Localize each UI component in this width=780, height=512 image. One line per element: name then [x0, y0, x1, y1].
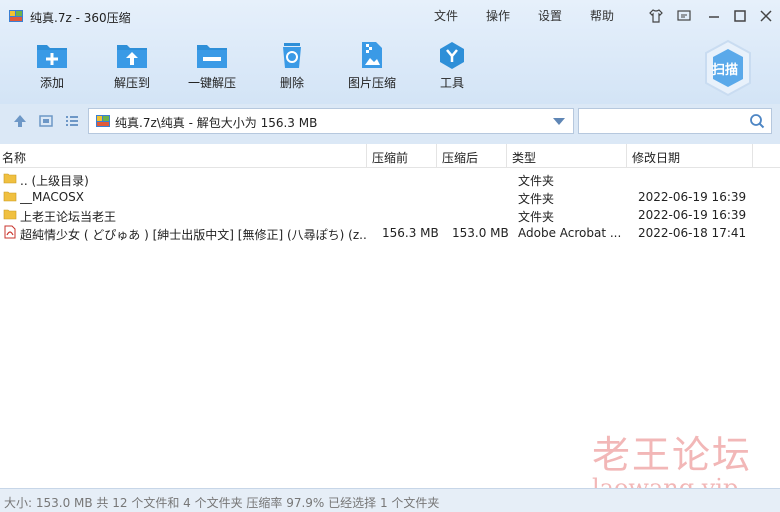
col-name[interactable]: 名称	[2, 149, 26, 166]
file-name: .. (上级目录)	[20, 174, 89, 188]
extract-to-button[interactable]: 解压到	[92, 40, 172, 96]
one-click-extract-button[interactable]: 一键解压	[172, 40, 252, 96]
file-date: 2022-06-18 17:41	[638, 226, 747, 240]
pdf-icon	[3, 225, 17, 239]
tools-label: 工具	[439, 76, 464, 90]
file-before: 156.3 MB	[382, 226, 439, 240]
file-row[interactable]: 超純情少女 ( どぴゅあ ) [紳士出版中文] [無修正] (八尋ぽち) (z.…	[0, 224, 780, 242]
search-input[interactable]	[578, 108, 772, 134]
archive-path-icon	[95, 113, 111, 129]
top-area: 纯真.7z - 360压缩 文件 操作 设置 帮助 添加 解压到 一键解压 删除…	[0, 0, 780, 104]
col-after[interactable]: 压缩后	[442, 149, 478, 166]
skin-shirt-icon[interactable]	[646, 6, 666, 26]
file-type: Adobe Acrobat ...	[518, 226, 622, 240]
path-dropdown-icon[interactable]	[553, 118, 565, 125]
col-modified[interactable]: 修改日期	[632, 149, 680, 166]
minimize-icon[interactable]	[704, 6, 724, 26]
image-compress-label: 图片压缩	[347, 76, 396, 90]
file-name: 上老王论坛当老王	[20, 210, 117, 224]
maximize-icon[interactable]	[730, 6, 750, 26]
status-bar: 大小: 153.0 MB 共 12 个文件和 4 个文件夹 压缩率 97.9% …	[0, 488, 780, 512]
menu-operate[interactable]: 操作	[486, 7, 510, 24]
folder-icon	[3, 207, 17, 221]
status-text: 大小: 153.0 MB 共 12 个文件和 4 个文件夹 压缩率 97.9% …	[4, 496, 440, 510]
delete-button[interactable]: 删除	[252, 40, 332, 96]
one-click-folder-icon	[197, 45, 227, 68]
file-name: 超純情少女 ( どぴゅあ ) [紳士出版中文] [無修正] (八尋ぽち) (z.…	[20, 228, 368, 242]
extract-to-label: 解压到	[113, 76, 150, 90]
up-arrow-icon[interactable]	[12, 113, 28, 129]
window-title: 纯真.7z - 360压缩	[30, 11, 131, 25]
col-type[interactable]: 类型	[512, 149, 536, 166]
menu-help[interactable]: 帮助	[590, 7, 614, 24]
search-icon[interactable]	[749, 113, 765, 132]
one-click-label: 一键解压	[187, 76, 236, 90]
file-type: 文件夹	[518, 174, 555, 188]
menu-file[interactable]: 文件	[434, 7, 458, 24]
image-compress-button[interactable]: 图片压缩	[332, 40, 412, 96]
image-zip-icon	[362, 42, 382, 68]
file-date: 2022-06-19 16:39	[638, 208, 747, 222]
delete-label: 删除	[279, 76, 304, 90]
trash-icon	[283, 43, 301, 68]
file-after: 153.0 MB	[452, 226, 509, 240]
scan-button[interactable]: 扫描	[700, 38, 756, 98]
tools-button[interactable]: 工具	[412, 40, 492, 96]
close-icon[interactable]	[756, 6, 776, 26]
file-name: __MACOSX	[20, 190, 85, 204]
menu-settings[interactable]: 设置	[538, 7, 562, 24]
thumbnail-view-icon[interactable]	[38, 113, 54, 129]
add-label: 添加	[39, 76, 64, 90]
folder-icon	[3, 189, 17, 203]
scan-label: 扫描	[712, 63, 739, 78]
add-folder-icon	[37, 45, 67, 68]
file-type: 文件夹	[518, 210, 555, 224]
folder-icon	[3, 171, 17, 185]
file-row[interactable]: __MACOSX 文件夹 2022-06-19 16:39	[0, 188, 780, 206]
title-bar: 纯真.7z - 360压缩 文件 操作 设置 帮助	[0, 0, 780, 32]
feedback-icon[interactable]	[674, 6, 694, 26]
file-type: 文件夹	[518, 192, 555, 206]
col-before[interactable]: 压缩前	[372, 149, 408, 166]
path-text: 纯真.7z\纯真 - 解包大小为 156.3 MB	[115, 116, 318, 130]
file-row[interactable]: .. (上级目录) 文件夹	[0, 170, 780, 188]
archive-app-icon	[8, 8, 24, 24]
column-header: 名称 压缩前 压缩后 类型 修改日期	[0, 144, 780, 168]
add-button[interactable]: 添加	[12, 40, 92, 96]
tools-hexagon-icon	[440, 42, 464, 69]
file-date: 2022-06-19 16:39	[638, 190, 747, 204]
path-bar[interactable]: 纯真.7z\纯真 - 解包大小为 156.3 MB	[88, 108, 574, 134]
watermark-cn: 老王论坛	[592, 433, 753, 477]
list-view-icon[interactable]	[64, 113, 80, 129]
extract-folder-icon	[117, 45, 147, 68]
file-row[interactable]: 上老王论坛当老王 文件夹 2022-06-19 16:39	[0, 206, 780, 224]
